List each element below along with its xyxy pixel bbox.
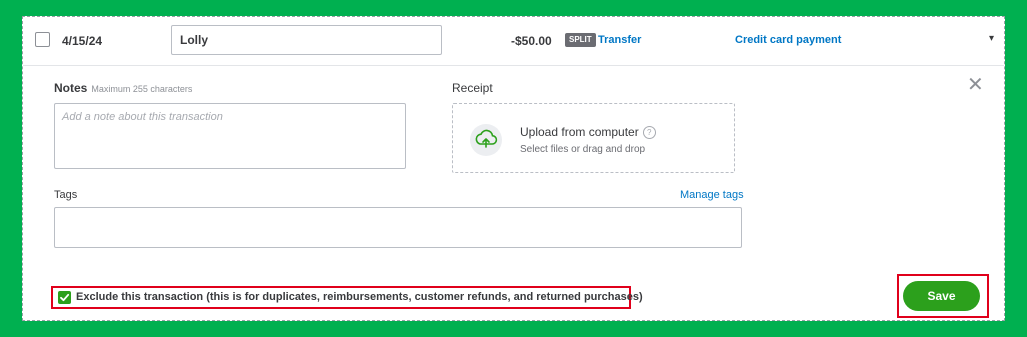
chevron-down-icon[interactable]: ▾: [989, 33, 994, 44]
notes-textarea[interactable]: [54, 103, 406, 169]
exclude-transaction-option[interactable]: Exclude this transaction (this is for du…: [51, 286, 643, 309]
tags-label: Tags: [54, 189, 78, 201]
transaction-type-link[interactable]: Transfer: [598, 34, 641, 46]
row-select-checkbox[interactable]: [35, 32, 50, 47]
exclude-checkbox[interactable]: [58, 291, 71, 304]
help-icon[interactable]: ?: [642, 126, 656, 139]
receipt-upload-dropzone[interactable]: Upload from computer? Select files or dr…: [452, 103, 735, 173]
split-badge: SPLIT: [565, 33, 596, 47]
upload-title: Upload from computer?: [520, 125, 656, 139]
manage-tags-link[interactable]: Manage tags: [680, 189, 744, 201]
close-icon[interactable]: ✕: [967, 75, 984, 95]
transaction-amount: -$50.00: [511, 34, 552, 48]
checkmark-icon: [60, 293, 70, 302]
category-link[interactable]: Credit card payment: [735, 34, 841, 46]
transaction-row[interactable]: 4/15/24 -$50.00 SPLIT Transfer Credit ca…: [23, 17, 1004, 66]
upload-subtitle: Select files or drag and drop: [520, 144, 646, 155]
upload-title-text: Upload from computer: [520, 125, 639, 139]
save-button[interactable]: Save: [903, 281, 980, 311]
tags-input[interactable]: [54, 207, 742, 248]
cloud-upload-icon: [470, 124, 502, 156]
exclude-label: Exclude this transaction (this is for du…: [76, 291, 643, 303]
payee-input[interactable]: [171, 25, 442, 55]
transaction-detail-panel: 4/15/24 -$50.00 SPLIT Transfer Credit ca…: [22, 16, 1005, 321]
notes-label: Notes Maximum 255 characters: [54, 81, 192, 95]
notes-hint: Maximum 255 characters: [91, 84, 193, 94]
receipt-label: Receipt: [452, 81, 493, 95]
transaction-date: 4/15/24: [62, 34, 103, 48]
notes-label-text: Notes: [54, 81, 88, 95]
